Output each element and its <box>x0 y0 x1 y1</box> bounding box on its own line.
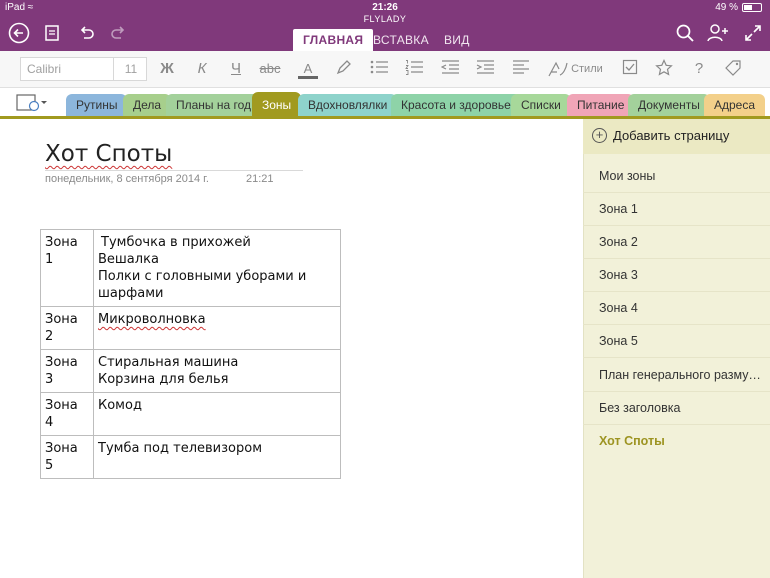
items-cell[interactable]: Комод <box>93 392 341 436</box>
zone-cell[interactable]: Зона 3 <box>40 349 94 393</box>
page-item-zone-3[interactable]: Зона 3 <box>583 259 770 292</box>
section-tab-food[interactable]: Питание <box>567 94 635 116</box>
font-color-button[interactable]: A <box>298 59 318 79</box>
share-user-icon[interactable] <box>706 22 730 46</box>
zone-cell[interactable]: Зона 5 <box>40 435 94 479</box>
styles-label: Стили <box>571 63 603 75</box>
section-tab-routines[interactable]: Рутины <box>66 94 128 116</box>
page-item-untitled[interactable]: Без заголовка <box>583 392 770 425</box>
strikethrough-button[interactable]: abc <box>257 59 283 79</box>
underline-button[interactable]: Ч <box>227 59 245 79</box>
section-tab-tasks[interactable]: Дела <box>123 94 172 116</box>
section-tab-beauty-health[interactable]: Красота и здоровье <box>391 94 521 116</box>
table-row[interactable]: Зона 3 Стиральная машина Корзина для бел… <box>40 349 341 393</box>
align-icon[interactable] <box>511 59 531 79</box>
bullets-icon[interactable] <box>369 59 389 79</box>
numbering-icon[interactable] <box>404 59 424 79</box>
zones-table[interactable]: Зона 1 Тумбочка в прихожей Вешалка Полки… <box>40 229 341 479</box>
item-text: Полки с головными уборами и шарфами <box>98 269 307 301</box>
highlighter-icon[interactable] <box>333 59 353 79</box>
page-item-hot-spots[interactable]: Хот Споты <box>583 425 770 458</box>
page-item-zone-5[interactable]: Зона 5 <box>583 325 770 358</box>
zone-cell[interactable]: Зона 1 <box>40 229 94 307</box>
tab-insert[interactable]: ВСТАВКА <box>363 29 439 51</box>
page-date: понедельник, 8 сентября 2014 г. <box>45 173 209 185</box>
section-tab-lists[interactable]: Списки <box>511 94 571 116</box>
back-icon[interactable] <box>7 22 31 46</box>
zone-cell[interactable]: Зона 4 <box>40 392 94 436</box>
page-item-zone-4[interactable]: Зона 4 <box>583 292 770 325</box>
indent-icon[interactable] <box>475 59 495 79</box>
question-icon[interactable]: ? <box>689 59 709 79</box>
items-cell[interactable]: Микроволновка <box>93 306 341 350</box>
tag-icon[interactable] <box>723 59 745 79</box>
battery-percent: 49 % <box>715 2 738 13</box>
add-page-button[interactable]: + Добавить страницу <box>583 119 770 154</box>
item-text: Комод <box>98 398 142 413</box>
page-title[interactable]: Хот Споты <box>45 141 172 167</box>
status-right: 49 % <box>715 2 762 13</box>
star-icon[interactable] <box>654 59 674 79</box>
bold-button[interactable]: Ж <box>158 59 176 79</box>
section-tab-documents[interactable]: Документы <box>628 94 710 116</box>
section-tab-addresses[interactable]: Адреса <box>704 94 766 116</box>
item-text: Тумбочка в прихожей <box>101 235 251 250</box>
italic-button[interactable]: К <box>193 59 211 79</box>
styles-button[interactable]: Стили <box>548 59 608 79</box>
top-bar: iPad ≈ 21:26 FLYLADY 49 % ГЛАВНАЯ ВСТАВК… <box>0 0 770 51</box>
item-text: Корзина для белья <box>98 372 229 387</box>
undo-icon[interactable] <box>74 22 98 46</box>
styles-icon <box>548 61 568 77</box>
search-icon[interactable] <box>673 22 697 46</box>
add-circle-icon: + <box>592 128 607 143</box>
section-tab-year-plans[interactable]: Планы на год <box>166 94 262 116</box>
item-text: Вешалка <box>98 252 159 267</box>
item-text: Тумба под телевизором <box>98 441 262 456</box>
items-cell[interactable]: Тумба под телевизором <box>93 435 341 479</box>
item-text: Стиральная машина <box>98 355 239 370</box>
item-text: Микроволновка <box>98 312 206 327</box>
font-size[interactable]: 11 <box>113 58 148 80</box>
items-cell[interactable]: Стиральная машина Корзина для белья <box>93 349 341 393</box>
table-row[interactable]: Зона 1 Тумбочка в прихожей Вешалка Полки… <box>40 229 341 307</box>
font-name: Calibri <box>27 62 62 76</box>
sync-notebook-icon[interactable] <box>40 22 64 46</box>
table-row[interactable]: Зона 2 Микроволновка <box>40 306 341 350</box>
notebooks-icon[interactable] <box>16 94 48 112</box>
page-time: 21:21 <box>246 173 274 185</box>
outdent-icon[interactable] <box>440 59 460 79</box>
redo-icon[interactable] <box>107 22 131 46</box>
table-row[interactable]: Зона 4 Комод <box>40 392 341 436</box>
page-item-general-plan[interactable]: План генерального размусоривания <box>583 359 770 392</box>
section-tab-zones[interactable]: Зоны <box>252 92 302 118</box>
zone-cell[interactable]: Зона 2 <box>40 306 94 350</box>
page-item-my-zones[interactable]: Мои зоны <box>583 160 770 193</box>
battery-icon <box>742 3 762 12</box>
tab-view[interactable]: ВИД <box>434 29 480 51</box>
page-item-zone-2[interactable]: Зона 2 <box>583 226 770 259</box>
format-toolbar: Calibri 11 Ж К Ч abc A Стили ? <box>0 51 770 88</box>
items-cell[interactable]: Тумбочка в прихожей Вешалка Полки с голо… <box>93 229 341 307</box>
fullscreen-icon[interactable] <box>741 22 765 46</box>
todo-checkbox-icon[interactable] <box>620 59 640 79</box>
section-tab-inspiration[interactable]: Вдохновлялки <box>298 94 398 116</box>
title-divider <box>45 170 303 171</box>
page-item-zone-1[interactable]: Зона 1 <box>583 193 770 226</box>
font-picker[interactable]: Calibri 11 <box>20 57 147 81</box>
tab-home[interactable]: ГЛАВНАЯ <box>293 29 374 51</box>
status-time: 21:26 <box>372 2 398 13</box>
table-row[interactable]: Зона 5 Тумба под телевизором <box>40 435 341 479</box>
add-page-label: Добавить страницу <box>613 128 730 143</box>
